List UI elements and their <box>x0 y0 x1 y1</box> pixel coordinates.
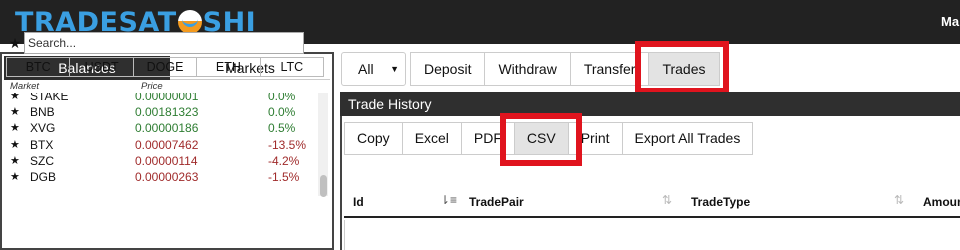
market-list: ★ STAKE 0.00000001 0.0% ★ BNB 0.00181323… <box>2 93 316 196</box>
market-row[interactable]: ★ STAKE 0.00000001 0.0% <box>2 93 316 104</box>
market-row[interactable]: ★ SZC 0.00000114 -4.2% <box>2 153 316 169</box>
star-icon[interactable]: ★ <box>10 153 20 169</box>
market-price: 0.00000186 <box>135 121 199 136</box>
filter-selected-value: All <box>358 61 374 77</box>
column-tradetype[interactable]: TradeType <box>691 195 750 209</box>
sort-icon[interactable]: ⇅ <box>662 193 672 207</box>
market-change: 0.0% <box>268 93 296 103</box>
market-search-input[interactable] <box>24 32 304 54</box>
excel-button[interactable]: Excel <box>401 122 462 155</box>
trade-table-rows <box>344 220 960 250</box>
export-all-trades-button[interactable]: Export All Trades <box>621 122 754 155</box>
base-tab-ltc[interactable]: LTC <box>261 58 323 76</box>
star-icon[interactable]: ★ <box>10 93 20 104</box>
market-change: 0.0% <box>268 105 296 120</box>
user-menu[interactable]: Ma <box>941 14 959 29</box>
column-market[interactable]: Market <box>10 81 39 92</box>
base-tab-usdt[interactable]: USDT <box>70 58 134 76</box>
market-price: 0.00000001 <box>135 93 199 103</box>
star-icon[interactable]: ★ <box>10 104 20 120</box>
csv-button-highlight <box>500 113 582 166</box>
market-symbol: XVG <box>30 121 56 136</box>
scrollbar-thumb[interactable] <box>320 175 327 197</box>
favorites-star-icon[interactable]: ★ <box>6 35 24 52</box>
market-change: -1.5% <box>268 169 300 184</box>
caret-down-icon: ▼ <box>390 64 399 74</box>
market-list-scrollbar[interactable] <box>318 93 328 197</box>
market-row[interactable]: ★ DGB 0.00000263 -1.5% <box>2 169 316 185</box>
trade-filter-select[interactable]: All ▼ <box>341 52 406 86</box>
star-icon[interactable]: ★ <box>10 120 20 136</box>
market-search-row: ★ <box>6 31 304 55</box>
market-price: 0.00181323 <box>135 105 199 120</box>
trade-table-header: Id ⇂≡ TradePair ⇅ TradeType ⇅ Amoun <box>344 186 960 218</box>
sort-desc-icon[interactable]: ⇂≡ <box>440 193 457 207</box>
market-price: 0.00000114 <box>135 153 198 168</box>
deposit-button[interactable]: Deposit <box>410 52 486 86</box>
market-price: 0.00000263 <box>135 169 199 184</box>
market-change: 0.5% <box>268 121 296 136</box>
market-row[interactable]: ★ BTX 0.00007462 -13.5% <box>2 137 316 153</box>
trades-button-highlight <box>635 41 729 94</box>
base-tab-btc[interactable]: BTC <box>7 58 71 76</box>
star-icon[interactable]: ★ <box>10 169 20 185</box>
sort-icon[interactable]: ⇅ <box>894 193 904 207</box>
star-icon[interactable]: ★ <box>10 137 20 153</box>
market-row[interactable]: ★ BNB 0.00181323 0.0% <box>2 104 316 120</box>
column-amount[interactable]: Amoun <box>923 195 960 209</box>
column-price[interactable]: Price <box>141 81 163 92</box>
base-currency-tabs: BTC USDT DOGE ETH LTC <box>6 57 324 77</box>
market-symbol: SZC <box>30 153 54 168</box>
market-price: 0.00007462 <box>135 137 199 152</box>
market-change: -4.2% <box>268 153 300 168</box>
market-symbol: BNB <box>30 105 55 120</box>
base-tab-doge[interactable]: DOGE <box>134 58 198 76</box>
column-id[interactable]: Id <box>353 195 364 209</box>
column-tradepair[interactable]: TradePair <box>469 195 524 209</box>
copy-button[interactable]: Copy <box>344 122 403 155</box>
market-row[interactable]: ★ XVG 0.00000186 0.5% <box>2 120 316 136</box>
base-tab-eth[interactable]: ETH <box>197 58 261 76</box>
market-symbol: DGB <box>30 169 57 184</box>
withdraw-button[interactable]: Withdraw <box>484 52 571 86</box>
market-change: -13.5% <box>268 137 307 152</box>
trade-history-header: Trade History <box>340 92 960 116</box>
market-symbol: BTX <box>30 137 54 152</box>
market-symbol: STAKE <box>30 93 69 103</box>
